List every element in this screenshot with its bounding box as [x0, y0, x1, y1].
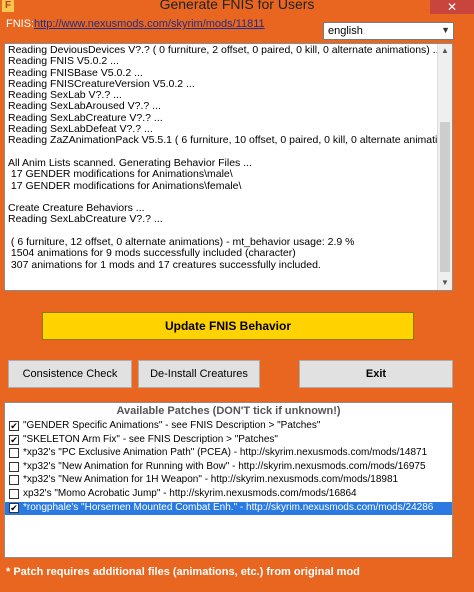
scroll-thumb[interactable]: [440, 122, 450, 272]
log-line: Reading ZaZAnimationPack V5.5.1 ( 6 furn…: [8, 134, 453, 147]
title-bar: F Generate FNIS for Users ✕: [0, 0, 474, 14]
window-title: Generate FNIS for Users: [159, 0, 315, 12]
log-line: 17 GENDER modifications for Animations\m…: [8, 168, 233, 181]
log-line: 307 animations for 1 mods and 17 creatur…: [8, 258, 321, 271]
update-fnis-behavior-button[interactable]: Update FNIS Behavior: [42, 312, 414, 340]
chevron-down-icon: ▼: [441, 25, 450, 35]
scroll-up-icon[interactable]: ▲: [438, 44, 452, 58]
patch-item[interactable]: ✔ "SKELETON Arm Fix" - see FNIS Descripti…: [5, 434, 452, 447]
deinstall-creatures-button[interactable]: De-Install Creatures: [138, 360, 260, 388]
log-line: 17 GENDER modifications for Animations\f…: [8, 179, 242, 192]
patch-item[interactable]: ✔ "GENDER Specific Animations" - see FNIS…: [5, 420, 452, 433]
log-line: Reading SexLabCreature V?.? ...: [8, 213, 163, 226]
patch-label: *rongphale's "Horsemen Mounted Combat En…: [23, 501, 434, 513]
close-button[interactable]: ✕: [430, 0, 474, 14]
patch-item[interactable]: ✔ *rongphale's "Horsemen Mounted Combat E…: [5, 501, 452, 515]
patch-label: xp32's "Momo Acrobatic Jump" - http://sk…: [23, 488, 357, 499]
patch-footnote: * Patch requires additional files (anima…: [6, 566, 360, 578]
fnis-label: FNIS:: [6, 18, 35, 30]
log-line: Reading FNIS V5.0.2 ...: [8, 55, 119, 68]
language-value: english: [328, 25, 363, 37]
exit-button[interactable]: Exit: [299, 360, 453, 388]
consistence-check-button[interactable]: Consistence Check: [8, 360, 132, 388]
patch-checkbox[interactable]: [9, 475, 19, 486]
scroll-down-icon[interactable]: ▼: [438, 276, 452, 290]
log-line: 1504 animations for 9 mods successfully …: [8, 247, 296, 260]
patch-checkbox[interactable]: ✔: [9, 421, 19, 431]
patch-checkbox[interactable]: ✔: [9, 502, 19, 513]
log-lines: Reading DeviousDevices V?.? ( 0 furnitur…: [8, 44, 453, 271]
patch-label: "SKELETON Arm Fix" - see FNIS Descriptio…: [23, 433, 278, 445]
patch-item[interactable]: *xp32's "New Animation for Running with …: [5, 461, 452, 474]
language-select[interactable]: english ▼: [323, 22, 454, 40]
fnis-link[interactable]: http://www.nexusmods.com/skyrim/mods/118…: [34, 18, 265, 30]
patch-checkbox[interactable]: [9, 461, 19, 472]
patch-list-header: Available Patches (DON'T tick if unknown…: [116, 405, 341, 417]
log-scrollbar[interactable]: ▲ ▼: [437, 44, 452, 290]
patch-label: *xp32's "New Animation for 1H Weapon" - …: [23, 474, 399, 486]
patch-item[interactable]: *xp32's "PC Exclusive Animation Path" (P…: [5, 447, 452, 460]
patch-item[interactable]: *xp32's "New Animation for 1H Weapon" - …: [5, 474, 452, 487]
patch-checkbox[interactable]: ✔: [9, 434, 19, 445]
patch-checkbox[interactable]: [9, 448, 19, 459]
patch-checkbox[interactable]: [9, 489, 19, 499]
patch-list[interactable]: Available Patches (DON'T tick if unknown…: [4, 402, 453, 558]
log-output[interactable]: Reading DeviousDevices V?.? ( 0 furnitur…: [4, 43, 453, 291]
patch-label: *xp32's "PC Exclusive Animation Path" (P…: [23, 447, 428, 459]
patch-item[interactable]: xp32's "Momo Acrobatic Jump" - http://sk…: [5, 488, 452, 501]
patch-label: *xp32's "New Animation for Running with …: [23, 460, 426, 472]
patch-label: "GENDER Specific Animations" - see FNIS …: [23, 420, 321, 431]
